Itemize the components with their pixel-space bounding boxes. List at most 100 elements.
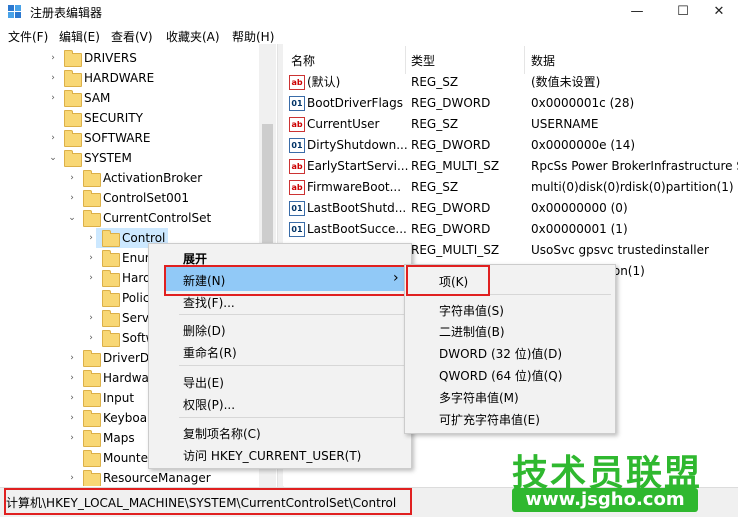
folder-icon [102,310,120,327]
tree-node[interactable]: › ControlSet001 [0,188,259,208]
expand-chevron-icon[interactable]: › [48,88,58,108]
tree-node[interactable]: SECURITY [0,108,259,128]
value-name: EarlyStartServi... [307,159,409,173]
menu-export[interactable]: 导出(E) [183,374,224,391]
column-header-data[interactable]: 数据 [531,52,555,69]
expand-chevron-icon[interactable]: › [67,428,77,448]
value-data: USERNAME [531,117,599,131]
tree-node-label: ControlSet001 [103,191,189,205]
status-path-highlight-box [4,488,412,515]
value-data: multi(0)disk(0)rdisk(0)partition(1) [531,180,734,194]
value-data: 0x0000000e (14) [531,138,636,152]
folder-icon [83,170,101,187]
tree-node-label: SYSTEM [84,151,132,165]
binary-value-icon: 01 [289,222,305,237]
column-divider[interactable] [405,46,406,74]
expand-chevron-icon[interactable]: › [67,168,77,188]
expand-chevron-icon[interactable]: › [86,328,96,348]
tree-node[interactable]: ⌄ SYSTEM [0,148,259,168]
value-row[interactable]: 01 LastBootShutd... REG_DWORD 0x00000000 (0… [283,198,738,219]
regedit-app-icon [8,5,21,18]
expand-chevron-icon[interactable]: › [48,48,58,68]
value-name: (默认) [307,75,341,89]
folder-icon [64,110,82,127]
value-data: 0x00000000 (0) [531,201,628,215]
value-row[interactable]: ab FirmwareBoot... REG_SZ multi(0)disk(0)rd… [283,177,738,198]
tree-node[interactable]: › ActivationBroker [0,168,259,188]
string-value-icon: ab [289,117,305,132]
expand-chevron-icon[interactable]: › [86,248,96,268]
tree-node[interactable]: ⌄ CurrentControlSet [0,208,259,228]
menu-copy-key-name[interactable]: 复制项名称(C) [183,425,261,442]
expand-chevron-icon[interactable]: › [67,388,77,408]
folder-icon [102,250,120,267]
expand-chevron-icon[interactable]: › [67,408,77,428]
expand-chevron-icon[interactable]: › [67,468,77,486]
value-row[interactable]: ab CurrentUser REG_SZ USERNAME [283,114,738,135]
value-data: 0x00000001 (1) [531,222,628,236]
tree-node[interactable]: › DRIVERS [0,48,259,68]
tree-node-label: ResourceManager [103,471,211,485]
expand-chevron-icon[interactable]: › [86,308,96,328]
expand-chevron-icon[interactable]: › [67,348,77,368]
menu-file[interactable]: 文件(F) [8,28,48,45]
value-row[interactable]: ab (默认) REG_SZ (数值未设置) [283,72,738,93]
binary-value-icon: 01 [289,138,305,153]
submenu-string-value[interactable]: 字符串值(S) [439,302,504,319]
value-row[interactable]: ab EarlyStartServi... REG_MULTI_SZ RpcSs Po… [283,156,738,177]
expand-chevron-icon[interactable]: › [48,128,58,148]
minimize-button[interactable]: — [614,0,660,25]
expand-chevron-icon[interactable]: › [86,268,96,288]
collapse-chevron-icon[interactable]: ⌄ [67,208,77,228]
menu-favorites[interactable]: 收藏夹(A) [166,28,220,45]
expand-chevron-icon[interactable]: › [86,228,96,248]
value-data: RpcSs Power BrokerInfrastructure S [531,159,738,173]
tree-node-label: Input [103,391,135,405]
submenu-expandable-string-value[interactable]: 可扩充字符串值(E) [439,411,540,428]
expand-chevron-icon[interactable]: › [67,368,77,388]
value-type: REG_DWORD [411,96,491,110]
expand-chevron-icon[interactable]: › [48,68,58,88]
menu-find[interactable]: 查找(F)... [183,294,235,311]
value-row[interactable]: 01 LastBootSucce... REG_DWORD 0x00000001 (1… [283,219,738,240]
folder-icon [102,230,120,247]
value-type: REG_MULTI_SZ [411,243,500,257]
menu-edit[interactable]: 编辑(E) [59,28,100,45]
value-row[interactable]: 01 BootDriverFlags REG_DWORD 0x0000001c (28… [283,93,738,114]
collapse-chevron-icon[interactable]: ⌄ [48,148,58,168]
folder-icon [64,70,82,87]
value-type: REG_SZ [411,180,459,194]
submenu-binary-value[interactable]: 二进制值(B) [439,323,505,340]
menu-help[interactable]: 帮助(H) [232,28,274,45]
watermark-url: www.jsgho.com [512,488,698,512]
column-divider[interactable] [524,46,525,74]
column-header-name[interactable]: 名称 [291,52,315,69]
menu-visit-hkcu[interactable]: 访问 HKEY_CURRENT_USER(T) [183,447,361,464]
menu-view[interactable]: 查看(V) [111,28,153,45]
key-item-highlight-box [406,265,490,296]
value-row[interactable]: 01 DirtyShutdown... REG_DWORD 0x0000000e (1… [283,135,738,156]
value-name: DirtyShutdown... [307,138,408,152]
value-type: REG_SZ [411,117,459,131]
menu-delete[interactable]: 删除(D) [183,322,226,339]
menu-rename[interactable]: 重命名(R) [183,344,237,361]
column-header-type[interactable]: 类型 [411,52,435,69]
submenu-multi-string-value[interactable]: 多字符串值(M) [439,389,519,406]
string-value-icon: ab [289,75,305,90]
submenu-dword-value[interactable]: DWORD (32 位)值(D) [439,345,562,362]
submenu-qword-value[interactable]: QWORD (64 位)值(Q) [439,367,562,384]
tree-node[interactable]: › ResourceManager [0,468,259,486]
value-data: 0x0000001c (28) [531,96,635,110]
tree-node[interactable]: › HARDWARE [0,68,259,88]
value-name: LastBootShutd... [307,201,407,215]
folder-icon [102,330,120,347]
folder-icon [83,370,101,387]
tree-node[interactable]: › SOFTWARE [0,128,259,148]
folder-icon [83,470,101,486]
close-button[interactable]: ✕ [696,0,738,25]
tree-node[interactable]: › SAM [0,88,259,108]
expand-chevron-icon[interactable]: › [67,188,77,208]
value-name: BootDriverFlags [307,96,404,110]
menu-permissions[interactable]: 权限(P)... [183,396,235,413]
tree-node-label: SAM [84,91,111,105]
